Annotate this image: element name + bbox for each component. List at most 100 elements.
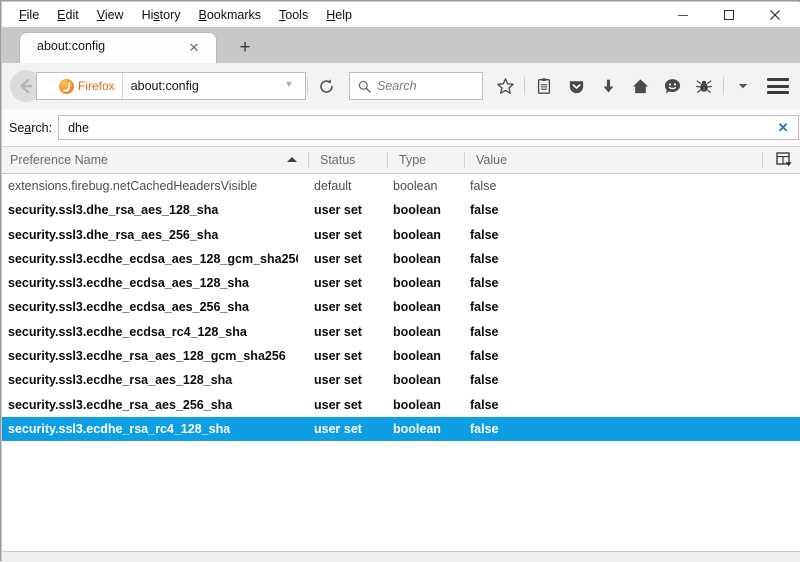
cell-type: boolean [393, 295, 463, 319]
cell-status: user set [314, 344, 384, 368]
menu-button[interactable] [765, 75, 791, 97]
column-divider[interactable] [308, 152, 309, 168]
close-button[interactable] [752, 2, 798, 27]
firebug-button[interactable] [688, 71, 720, 101]
overflow-chevron-button[interactable] [727, 71, 759, 101]
menu-file-rest: ile [27, 8, 40, 22]
column-picker-icon [776, 152, 793, 168]
cell-name: extensions.firebug.netCachedHeadersVisib… [8, 174, 298, 198]
new-tab-button[interactable]: + [234, 38, 256, 60]
cell-type: boolean [393, 320, 463, 344]
cell-value: false [470, 368, 750, 392]
table-row[interactable]: security.ssl3.ecdhe_rsa_aes_128_shauser … [2, 368, 800, 392]
minimize-button[interactable] [660, 2, 706, 27]
cell-type: boolean [393, 417, 463, 441]
navigation-toolbar: Firefox about:config ▼ Search [2, 63, 800, 110]
table-row[interactable]: security.ssl3.ecdhe_ecdsa_aes_128_gcm_sh… [2, 247, 800, 271]
table-row[interactable]: security.ssl3.ecdhe_rsa_rc4_128_shauser … [2, 417, 800, 441]
star-icon [496, 77, 515, 96]
bookmark-star-button[interactable] [489, 71, 521, 101]
reading-list-button[interactable] [528, 71, 560, 101]
column-header-type[interactable]: Type [399, 147, 426, 173]
toolbar-divider [307, 77, 308, 95]
url-bar[interactable]: Firefox about:config [36, 72, 306, 100]
search-label-pre: Se [9, 121, 24, 135]
cell-status: user set [314, 295, 384, 319]
table-row[interactable]: security.ssl3.ecdhe_ecdsa_aes_256_shause… [2, 295, 800, 319]
window-controls [660, 2, 798, 27]
url-dropdown-chevron-icon[interactable]: ▼ [282, 79, 296, 89]
home-icon [631, 77, 650, 96]
preference-search-bar: Search: dhe ✕ [2, 109, 800, 146]
preference-search-value: dhe [68, 121, 89, 135]
menu-view-rest: iew [105, 8, 124, 22]
hamburger-bar [767, 85, 789, 88]
menu-view-accesskey: V [97, 8, 105, 22]
menu-item-bookmarks[interactable]: Bookmarks [190, 6, 271, 24]
feedback-button[interactable] [656, 71, 688, 101]
clear-search-icon[interactable]: ✕ [774, 119, 792, 137]
downloads-button[interactable] [592, 71, 624, 101]
menu-item-view[interactable]: View [88, 6, 133, 24]
cell-name: security.ssl3.ecdhe_ecdsa_aes_128_gcm_sh… [8, 247, 298, 271]
home-button[interactable] [624, 71, 656, 101]
tab-strip: about:config ✕ + [2, 27, 800, 63]
column-header-value[interactable]: Value [476, 147, 507, 173]
column-header-preference-name[interactable]: Preference Name [10, 147, 108, 173]
search-bar[interactable]: Search [349, 72, 483, 100]
menu-item-file[interactable]: File [10, 6, 48, 24]
cell-status: user set [314, 320, 384, 344]
search-icon [358, 80, 371, 93]
cell-type: boolean [393, 223, 463, 247]
cell-name: security.ssl3.ecdhe_ecdsa_rc4_128_sha [8, 320, 298, 344]
toolbar-divider [723, 77, 724, 95]
table-row[interactable]: extensions.firebug.netCachedHeadersVisib… [2, 174, 800, 198]
cell-value: false [470, 393, 750, 417]
reload-button[interactable] [314, 74, 338, 98]
maximize-button[interactable] [706, 2, 752, 27]
table-row[interactable]: security.ssl3.dhe_rsa_aes_128_shauser se… [2, 198, 800, 222]
column-header-status[interactable]: Status [320, 147, 355, 173]
search-label-post: rch: [31, 121, 52, 135]
identity-label: Firefox [78, 79, 115, 93]
menu-item-help[interactable]: Help [317, 6, 361, 24]
table-row[interactable]: security.ssl3.ecdhe_rsa_aes_128_gcm_sha2… [2, 344, 800, 368]
sort-ascending-icon [287, 157, 297, 162]
close-icon [769, 9, 781, 21]
cell-value: false [470, 344, 750, 368]
menu-help-accesskey: H [326, 8, 335, 22]
table-row[interactable]: security.ssl3.ecdhe_rsa_aes_256_sha user … [2, 393, 800, 417]
tab-close-icon[interactable]: ✕ [186, 40, 202, 56]
pocket-button[interactable] [560, 71, 592, 101]
search-label: Search: [9, 121, 52, 135]
menu-item-history[interactable]: History [133, 6, 190, 24]
column-picker-button[interactable] [776, 152, 793, 168]
toolbar-divider [524, 77, 525, 95]
tab-about-config[interactable]: about:config ✕ [20, 33, 216, 63]
firefox-logo-icon [59, 79, 74, 94]
table-header-row: Preference Name Status Type Value [2, 146, 800, 174]
reading-list-icon [535, 77, 553, 95]
table-row[interactable]: security.ssl3.dhe_rsa_aes_256_shauser se… [2, 223, 800, 247]
table-row[interactable]: security.ssl3.ecdhe_ecdsa_aes_128_shause… [2, 271, 800, 295]
preference-table: Preference Name Status Type Value extens… [2, 146, 800, 551]
cell-name: security.ssl3.dhe_rsa_aes_128_sha [8, 198, 298, 222]
cell-name: security.ssl3.ecdhe_ecdsa_aes_128_sha [8, 271, 298, 295]
column-divider[interactable] [464, 152, 465, 168]
table-row[interactable]: security.ssl3.ecdhe_ecdsa_rc4_128_sha use… [2, 320, 800, 344]
menu-item-tools[interactable]: Tools [270, 6, 317, 24]
hamburger-bar [767, 91, 789, 94]
column-divider[interactable] [387, 152, 388, 168]
identity-box[interactable]: Firefox [37, 73, 123, 99]
cell-name: security.ssl3.ecdhe_rsa_aes_256_sha [8, 393, 298, 417]
menu-bookmarks-accesskey: B [199, 8, 207, 22]
menu-edit-accesskey: E [57, 8, 65, 22]
preference-search-input[interactable]: dhe ✕ [58, 115, 799, 140]
menu-item-edit[interactable]: Edit [48, 6, 88, 24]
cell-status: user set [314, 393, 384, 417]
url-input[interactable]: about:config [123, 79, 305, 93]
search-input[interactable]: Search [377, 79, 417, 93]
cell-type: boolean [393, 271, 463, 295]
cell-status: default [314, 174, 384, 198]
cell-type: boolean [393, 344, 463, 368]
